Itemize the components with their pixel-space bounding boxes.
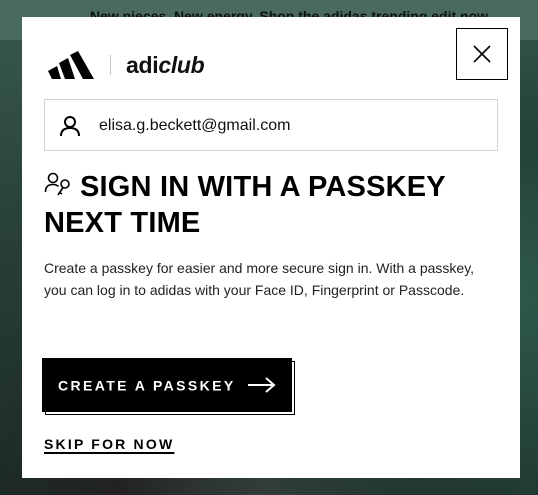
account-email-display: elisa.g.beckett@gmail.com	[44, 99, 498, 151]
close-button[interactable]	[456, 28, 508, 80]
passkey-modal: adiclub elisa.g.beckett@gmail.com SIGN I…	[22, 17, 520, 478]
create-passkey-button-wrap: CREATE A PASSKEY	[42, 358, 296, 416]
adiclub-brand-club: club	[158, 52, 205, 78]
arrow-right-icon	[248, 377, 276, 393]
person-icon	[60, 116, 80, 137]
passkey-headline: SIGN IN WITH A PASSKEY NEXT TIME	[44, 169, 504, 241]
create-passkey-label: CREATE A PASSKEY	[58, 377, 236, 394]
account-email: elisa.g.beckett@gmail.com	[99, 117, 291, 134]
passkey-icon	[44, 172, 70, 196]
create-passkey-button[interactable]: CREATE A PASSKEY	[42, 358, 292, 412]
adidas-logo-icon	[48, 51, 94, 79]
passkey-headline-text: SIGN IN WITH A PASSKEY NEXT TIME	[44, 171, 446, 239]
adiclub-brand-adi: adi	[126, 52, 159, 78]
skip-for-now-link[interactable]: SKIP FOR NOW	[44, 436, 174, 452]
adiclub-brand: adiclub	[126, 50, 205, 80]
passkey-description: Create a passkey for easier and more sec…	[44, 260, 475, 298]
logo-divider	[110, 55, 111, 75]
close-icon	[473, 45, 491, 63]
